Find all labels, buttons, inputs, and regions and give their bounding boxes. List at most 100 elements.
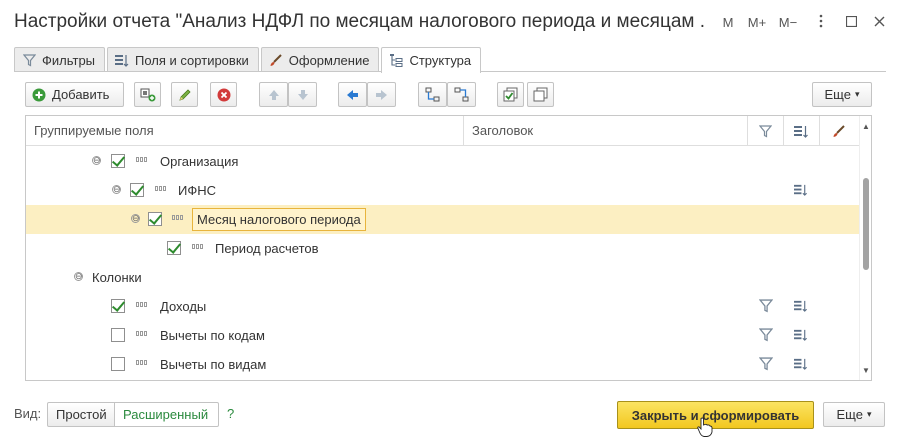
title-bar: Настройки отчета "Анализ НДФЛ по месяцам… (0, 0, 900, 44)
funnel-icon (22, 53, 36, 67)
scroll-down-icon[interactable]: ▼ (862, 366, 870, 375)
dropdown-arrow-icon: ▾ (866, 409, 872, 419)
move-left-button[interactable] (338, 82, 367, 107)
tab-structure[interactable]: Структура (381, 47, 482, 73)
uncheck-all-button[interactable] (527, 82, 554, 107)
row-checkbox[interactable] (111, 154, 125, 168)
footer-more-button[interactable]: Еще ▾ (823, 402, 885, 427)
tree-row-ifns[interactable]: ⊖ ИФНС (26, 176, 859, 205)
toolbar-more-button[interactable]: Еще ▾ (812, 82, 872, 107)
collapse-icon[interactable]: ⊖ (112, 185, 121, 194)
tree-row-deductions-codes[interactable]: Вычеты по кодам (26, 321, 859, 350)
tab-appearance-label: Оформление (288, 52, 370, 68)
window-close-button[interactable] (872, 14, 886, 32)
sort-fields-icon (115, 53, 129, 67)
tree-row-deductions-types[interactable]: Вычеты по видам (26, 350, 859, 379)
toolbar-more-label: Еще (824, 87, 851, 102)
group-down-icon (454, 87, 469, 102)
group-up-button[interactable] (418, 82, 447, 107)
window-title: Настройки отчета "Анализ НДФЛ по месяцам… (14, 11, 704, 32)
window-bookmark-button[interactable]: M (719, 14, 737, 32)
tree-row-calc-period[interactable]: Период расчетов (26, 234, 859, 263)
field-icon (136, 302, 149, 309)
field-icon (136, 157, 149, 164)
row-label: Колонки (92, 270, 142, 285)
row-label: Период расчетов (215, 241, 319, 256)
plus-circle-icon (32, 88, 46, 101)
collapse-icon[interactable]: ⊖ (92, 156, 101, 165)
tab-strip: Фильтры Поля и сортировки Оформление Стр… (14, 47, 483, 73)
view-simple-button[interactable]: Простой (47, 402, 115, 427)
help-link[interactable]: ? (227, 406, 234, 421)
tab-filters-label: Фильтры (42, 52, 96, 68)
add-grouping-button[interactable] (134, 82, 161, 107)
sort-fields-icon[interactable] (794, 299, 808, 313)
footer-more-label: Еще (836, 407, 863, 422)
tree-row-income[interactable]: Доходы (26, 292, 859, 321)
brush-icon (269, 53, 283, 67)
close-icon (874, 16, 884, 27)
window-maximize-button[interactable] (844, 14, 858, 32)
tab-fields-sorting-label: Поля и сортировки (135, 52, 249, 68)
row-checkbox[interactable] (111, 357, 125, 371)
window-more-button[interactable] (814, 14, 828, 32)
row-label: Организация (160, 154, 239, 169)
funnel-icon[interactable] (759, 328, 773, 342)
tree-row-organization[interactable]: ⊖ Организация (26, 147, 859, 176)
tab-structure-label: Структура (409, 53, 472, 68)
add-button[interactable]: Добавить (25, 82, 124, 107)
header-appearance[interactable] (820, 116, 859, 146)
row-checkbox[interactable] (167, 241, 181, 255)
maximize-icon (845, 15, 857, 28)
check-all-button[interactable] (497, 82, 524, 107)
header-caption[interactable]: Заголовок (464, 116, 748, 146)
vertical-scrollbar[interactable]: ▲ ▼ (859, 116, 871, 380)
sort-fields-icon[interactable] (794, 357, 808, 371)
arrow-up-icon (268, 89, 279, 100)
scroll-thumb[interactable] (863, 178, 869, 270)
row-checkbox[interactable] (111, 299, 125, 313)
arrow-left-icon (347, 89, 358, 100)
funnel-icon[interactable] (759, 299, 773, 313)
header-filter[interactable] (748, 116, 784, 146)
table-header: Группируемые поля Заголовок (26, 116, 859, 146)
tree-row-columns[interactable]: ⊖ Колонки (26, 263, 859, 292)
sort-fields-icon[interactable] (794, 328, 808, 342)
add-button-label: Добавить (52, 87, 110, 102)
delete-button[interactable] (210, 82, 237, 107)
scroll-up-icon[interactable]: ▲ (862, 122, 870, 131)
move-up-button[interactable] (259, 82, 288, 107)
header-grouped-fields[interactable]: Группируемые поля (26, 116, 464, 146)
field-icon (136, 331, 149, 338)
tree-row-tax-month[interactable]: ⊖ Месяц налогового периода (26, 205, 859, 234)
field-icon (172, 215, 185, 222)
group-down-button[interactable] (447, 82, 476, 107)
window-bookmark-add-button[interactable]: M+ (746, 14, 768, 32)
hand-cursor-icon (697, 417, 713, 437)
edit-button[interactable] (171, 82, 198, 107)
sort-fields-icon[interactable] (794, 183, 808, 197)
window-bookmark-remove-button[interactable]: M− (777, 14, 799, 32)
row-checkbox[interactable] (148, 212, 162, 226)
view-label: Вид: (14, 406, 42, 421)
row-checkbox[interactable] (111, 328, 125, 342)
structure-icon (389, 54, 403, 68)
sort-fields-icon (794, 126, 808, 138)
collapse-icon[interactable]: ⊖ (131, 214, 140, 223)
view-advanced-button[interactable]: Расширенный (114, 402, 219, 427)
close-and-generate-button[interactable]: Закрыть и сформировать (617, 401, 814, 429)
row-label: Вычеты по видам (160, 357, 267, 372)
header-sort[interactable] (784, 116, 820, 146)
tab-fields-sorting[interactable]: Поля и сортировки (107, 47, 259, 72)
collapse-icon[interactable]: ⊖ (74, 272, 83, 281)
funnel-icon[interactable] (759, 357, 773, 371)
tab-filters[interactable]: Фильтры (14, 47, 106, 72)
brush-icon (833, 125, 845, 137)
row-label: ИФНС (178, 183, 217, 198)
move-right-button[interactable] (367, 82, 396, 107)
tab-appearance[interactable]: Оформление (260, 47, 380, 72)
row-checkbox[interactable] (130, 183, 144, 197)
move-down-button[interactable] (288, 82, 317, 107)
structure-tree-table[interactable]: Группируемые поля Заголовок ⊖ Организаци… (25, 115, 872, 381)
arrow-down-icon (297, 89, 308, 100)
